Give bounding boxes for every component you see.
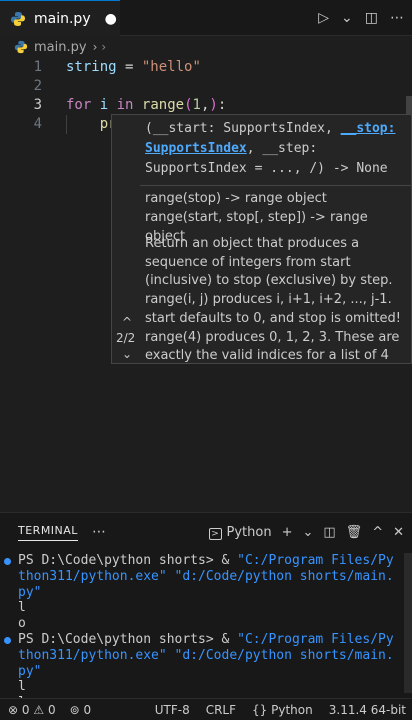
status-bar: ⊗ 0 ⚠ 0 ⊚ 0 UTF-8 CRLF {} Python 3.11.4 … <box>0 698 412 720</box>
split-editor-icon[interactable]: ◫ <box>365 10 378 26</box>
active-parameter: __stop: <box>340 121 396 136</box>
new-terminal-menu-chevron-icon[interactable]: ⌄ <box>302 525 313 540</box>
line-number: 3 <box>33 97 42 113</box>
terminal-line: l <box>18 600 26 616</box>
tab-filename: main.py <box>34 10 91 27</box>
breadcrumb-file[interactable]: main.py <box>34 40 87 55</box>
tab-terminal[interactable]: TERMINAL <box>18 524 78 541</box>
interpreter-indicator[interactable]: 3.11.4 64-bit <box>329 703 406 717</box>
overload-count: 2/2 <box>116 331 136 345</box>
terminal-line: PS D:\Code\python shorts> & "C:/Program … <box>0 553 412 600</box>
terminal-line: o <box>18 616 26 632</box>
indent-guide <box>66 115 67 134</box>
terminal-line: PS D:\Code\python shorts> & "C:/Program … <box>0 632 412 679</box>
braces-icon: {} <box>252 702 268 717</box>
python-icon <box>14 40 28 54</box>
editor-tab-bar: main.py ● ▷ ⌄ ◫ ⋯ <box>0 0 412 36</box>
overload-prev-icon[interactable]: ^ <box>120 315 134 329</box>
ports-indicator[interactable]: ⊚ 0 <box>70 703 92 717</box>
panel-tabs: TERMINAL ⋯ > Python + ⌄ ◫ 🗑 ^ ✕ <box>0 513 412 551</box>
code-text: pr <box>66 116 117 132</box>
language-indicator[interactable]: {} Python <box>252 703 313 717</box>
python-icon <box>11 11 25 26</box>
error-count: 0 <box>21 702 30 717</box>
warning-icon: ⚠ <box>33 702 45 717</box>
eol-indicator[interactable]: CRLF <box>206 703 236 717</box>
split-terminal-icon[interactable]: ◫ <box>323 525 335 540</box>
doc-text: Return an object that produces a sequenc… <box>145 236 401 364</box>
terminal-scrollbar[interactable] <box>404 553 412 693</box>
line-number: 2 <box>33 78 42 94</box>
code-line[interactable]: 1 string = "hello" <box>0 58 412 77</box>
warning-count: 0 <box>47 702 56 717</box>
line-number: 4 <box>33 116 42 132</box>
code-text: for i in range(1,): <box>66 97 227 113</box>
signature-text: (__start: SupportsIndex, __stop: Support… <box>145 121 396 176</box>
trash-icon[interactable]: 🗑 <box>346 525 363 540</box>
breadcrumb-chevron-icon[interactable]: › <box>93 40 98 54</box>
ports-icon: ⊚ <box>69 702 80 717</box>
signature-help-popup: (__start: SupportsIndex, __stop: Support… <box>111 114 412 364</box>
problems-indicator[interactable]: ⊗ 0 ⚠ 0 <box>8 703 56 717</box>
terminal-shell-icon: > <box>208 527 222 540</box>
error-icon: ⊗ <box>8 702 19 717</box>
more-actions-icon[interactable]: ⋯ <box>390 10 404 26</box>
terminal-shell-name: Python <box>226 524 272 540</box>
close-panel-icon[interactable]: ✕ <box>393 525 404 540</box>
code-line[interactable]: 2 <box>0 77 412 96</box>
terminal-line: l <box>18 679 26 695</box>
terminal-actions: > Python + ⌄ ◫ 🗑 ^ ✕ <box>208 513 404 551</box>
command-decoration-icon[interactable] <box>4 558 11 565</box>
code-text: string = "hello" <box>66 59 201 75</box>
command-decoration-icon[interactable] <box>4 636 11 644</box>
active-parameter-type: SupportsIndex <box>145 141 247 156</box>
maximize-panel-icon[interactable]: ^ <box>372 525 383 540</box>
breadcrumb: main.py › › <box>0 36 412 58</box>
editor-actions: ▷ ⌄ ◫ ⋯ <box>318 0 404 36</box>
run-menu-chevron-icon[interactable]: ⌄ <box>341 10 353 26</box>
terminal-panel: TERMINAL ⋯ > Python + ⌄ ◫ 🗑 ^ ✕ PS D:\Cod… <box>0 512 412 720</box>
breadcrumb-separator-icon: › <box>101 40 107 54</box>
tab-main-py[interactable]: main.py ● <box>0 0 120 36</box>
terminal-output[interactable]: PS D:\Code\python shorts> & "C:/Program … <box>0 553 412 720</box>
line-number: 1 <box>33 59 42 75</box>
panel-more-icon[interactable]: ⋯ <box>92 524 106 540</box>
new-terminal-icon[interactable]: + <box>282 525 293 540</box>
overload-next-icon[interactable]: ⌄ <box>120 347 134 361</box>
ports-count: 0 <box>83 702 92 717</box>
encoding-indicator[interactable]: UTF-8 <box>155 703 190 717</box>
language-name: Python <box>271 702 313 717</box>
unsaved-dot-icon[interactable]: ● <box>105 11 117 27</box>
popup-divider <box>140 185 411 186</box>
terminal-shell-selector[interactable]: > Python <box>208 524 272 540</box>
run-icon[interactable]: ▷ <box>318 10 329 26</box>
code-line[interactable]: 3 for i in range(1,): <box>0 96 412 115</box>
